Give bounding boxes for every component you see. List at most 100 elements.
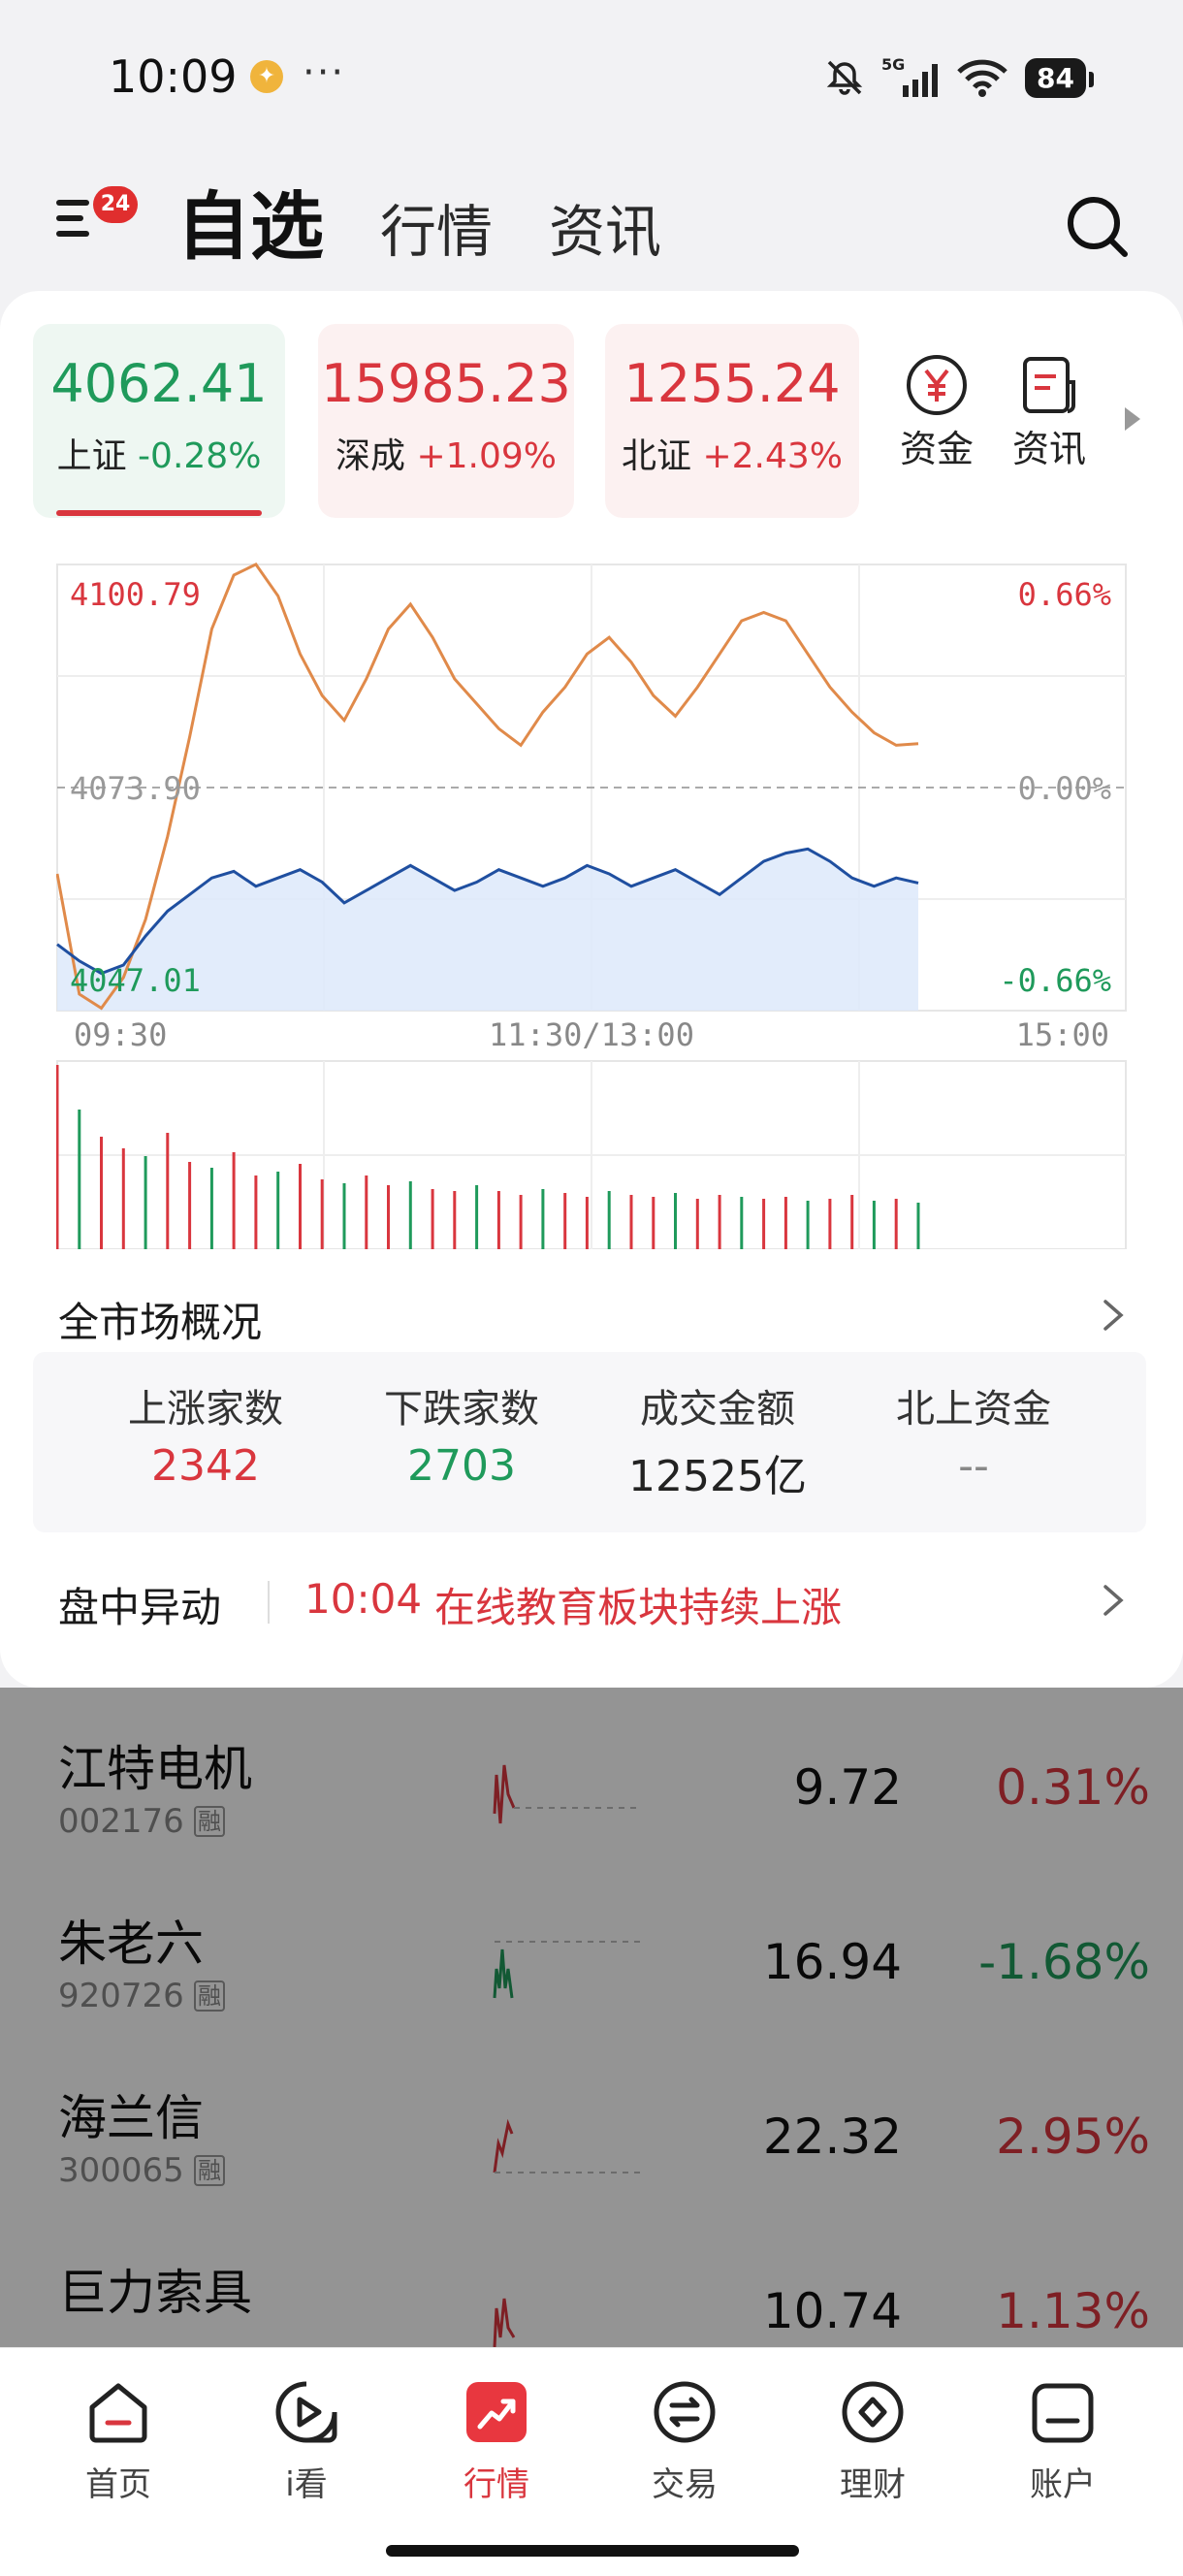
northbound-stat: 北上资金 -- — [857, 1377, 1090, 1491]
volume-bar — [276, 1172, 280, 1249]
search-icon — [1068, 197, 1128, 257]
index-value: 4062.41 — [50, 353, 268, 414]
index-name: 深成 — [336, 436, 406, 476]
volume-bar — [299, 1164, 302, 1249]
status-indicators: 5G 84 — [823, 54, 1094, 101]
volume-bar — [872, 1201, 876, 1249]
news-icon — [1023, 357, 1075, 413]
turnover-stat: 成交金额 12525亿 — [601, 1377, 834, 1503]
stat-label: 上涨家数 — [128, 1387, 283, 1432]
overview-title: 全市场概况 — [58, 1299, 263, 1346]
volume-bar — [78, 1110, 81, 1249]
nav-watch[interactable]: i看 — [239, 2378, 374, 2505]
tab-market[interactable]: 行情 — [380, 186, 493, 268]
volume-bar — [431, 1189, 434, 1249]
volume-bar — [783, 1197, 787, 1249]
index-name: 北证 — [622, 436, 692, 476]
volume-bar — [342, 1183, 346, 1249]
nav-home[interactable]: 首页 — [50, 2378, 186, 2505]
chevron-right-icon[interactable] — [1096, 1583, 1131, 1618]
volume-bar — [607, 1191, 611, 1249]
tab-watchlist[interactable]: 自选 — [176, 167, 324, 274]
volume-bar — [453, 1191, 457, 1249]
menu-button[interactable]: 24 — [56, 186, 138, 254]
stat-value: 2342 — [151, 1441, 260, 1491]
alert-text[interactable]: 在线教育板块持续上涨 — [434, 1575, 842, 1634]
volume-bar — [320, 1179, 324, 1249]
nav-label: 首页 — [85, 2465, 151, 2504]
volume-bar — [519, 1195, 523, 1249]
y-label-mid-pct: 0.00% — [1018, 770, 1111, 807]
index-change: -0.28% — [138, 436, 262, 476]
scroll-right-icon[interactable] — [1125, 407, 1140, 431]
volume-bar — [563, 1193, 567, 1249]
index-name: 上证 — [56, 436, 127, 476]
nav-label: 交易 — [652, 2465, 718, 2504]
news-button[interactable]: 资讯 — [1001, 353, 1098, 472]
alert-time[interactable]: 10:04 — [304, 1575, 422, 1623]
intraday-chart: 4100.79 4073.90 4047.01 0.66% 0.00% -0.6… — [56, 562, 1127, 1249]
index-card-shanghai[interactable]: 4062.41 上证 -0.28% — [33, 324, 285, 518]
volume-bar — [496, 1191, 500, 1249]
nav-label: 行情 — [464, 2465, 529, 2504]
volume-bar — [475, 1185, 479, 1249]
wifi-icon — [957, 59, 1007, 97]
battery-indicator: 84 — [1025, 57, 1094, 98]
stat-value: 2703 — [407, 1441, 516, 1491]
y-label-high: 4100.79 — [70, 576, 201, 613]
volume-bar — [629, 1195, 633, 1249]
volume-bar — [652, 1197, 655, 1249]
stat-label: 下跌家数 — [384, 1387, 539, 1432]
volume-bar — [121, 1148, 125, 1249]
stat-value: 12525亿 — [628, 1452, 807, 1501]
nav-trade[interactable]: 交易 — [617, 2378, 752, 2505]
volume-bar — [894, 1199, 898, 1249]
chevron-right-icon[interactable] — [1096, 1298, 1131, 1333]
nav-account[interactable]: 账户 — [995, 2378, 1131, 2505]
tab-news[interactable]: 资讯 — [549, 186, 661, 268]
stat-value: -- — [958, 1441, 989, 1491]
divider — [268, 1581, 270, 1624]
x-label-open: 09:30 — [74, 1016, 167, 1053]
volume-bar — [144, 1156, 147, 1249]
selected-index-indicator — [56, 510, 262, 516]
index-value: 15985.23 — [321, 353, 571, 414]
volume-bar — [232, 1152, 236, 1249]
nav-label: i看 — [285, 2465, 328, 2504]
nav-wealth[interactable]: 理财 — [805, 2378, 941, 2505]
nav-market[interactable]: 行情 — [429, 2378, 564, 2505]
wealth-icon — [842, 2381, 904, 2443]
exchange-icon — [654, 2381, 716, 2443]
advancers-stat: 上涨家数 2342 — [89, 1377, 322, 1491]
index-card-beijing[interactable]: 1255.24 北证 +2.43% — [605, 324, 859, 518]
volume-bar — [387, 1185, 390, 1249]
index-card-shenzhen[interactable]: 15985.23 深成 +1.09% — [318, 324, 574, 518]
volume-bar — [209, 1168, 213, 1249]
funds-label: 资金 — [899, 428, 974, 470]
nav-label: 理财 — [840, 2465, 906, 2504]
nav-label: 账户 — [1030, 2465, 1096, 2504]
app-notification-icon: ✦ — [250, 60, 283, 93]
volume-bar — [166, 1133, 170, 1249]
volume-bar — [100, 1137, 103, 1249]
volume-bar — [365, 1175, 368, 1249]
y-label-high-pct: 0.66% — [1018, 576, 1111, 613]
funds-button[interactable]: 资金 — [888, 353, 985, 472]
volume-bar — [254, 1175, 258, 1249]
alert-title: 盘中异动 — [58, 1584, 222, 1631]
volume-bar — [850, 1195, 854, 1249]
dim-overlay[interactable] — [0, 1688, 1183, 2347]
volume-bar — [916, 1203, 920, 1249]
menu-icon — [56, 196, 95, 241]
volume-bar — [408, 1181, 412, 1249]
volume-bar — [674, 1193, 677, 1249]
x-label-close: 15:00 — [1016, 1016, 1109, 1053]
stat-label: 成交金额 — [640, 1387, 795, 1432]
status-time: 10:09 — [109, 50, 238, 103]
index-value: 1255.24 — [623, 353, 841, 414]
volume-bar — [718, 1195, 721, 1249]
status-more-icon: ··· — [303, 50, 346, 95]
play-icon — [275, 2381, 337, 2443]
search-button[interactable] — [1065, 194, 1129, 258]
volume-bar — [56, 1065, 59, 1249]
